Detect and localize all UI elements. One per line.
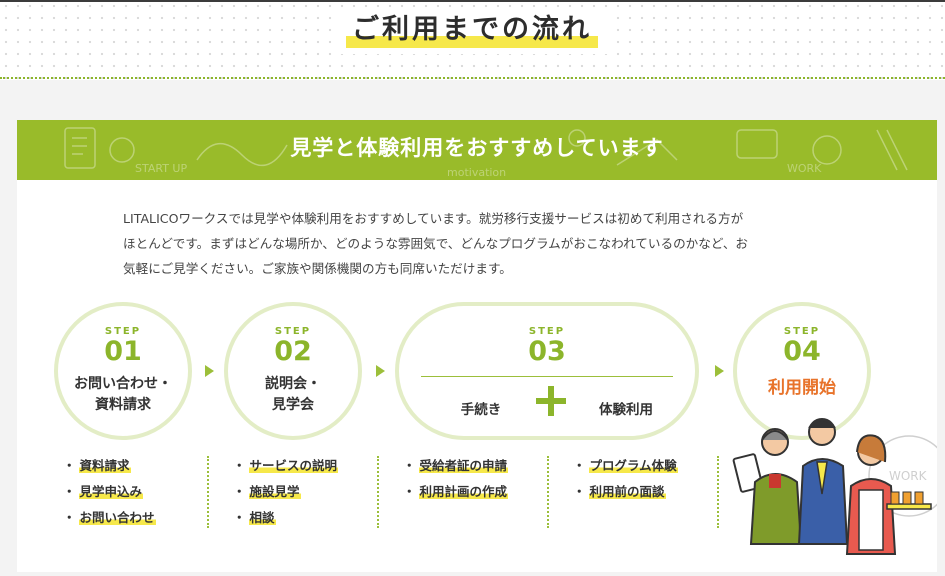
step-label: 説明会・ 見学会 <box>228 374 358 416</box>
page-title: ご利用までの流れ <box>344 10 600 50</box>
intro-line: ほとんどです。まずはどんな場所か、どのような雰囲気で、どんなプログラムがおこなわ… <box>123 236 749 251</box>
list-divider <box>207 456 209 528</box>
step-label: お問い合わせ・ 資料請求 <box>58 374 188 416</box>
person-in-suit <box>797 418 849 545</box>
arrow-right-icon <box>205 365 214 377</box>
intro-line: LITALICOワークスでは見学や体験利用をおすすめしています。就労移行支援サー… <box>123 211 744 226</box>
list-divider <box>377 456 379 528</box>
flow-card: START UP motivation WORK 見学と体験利用をおすすめしてい… <box>17 120 937 572</box>
person-with-tablet <box>732 428 803 545</box>
step-03-list-a: ・受給者証の申請 ・利用計画の作成 <box>403 456 509 508</box>
list-item: ・資料請求 <box>63 458 131 473</box>
step-number: 02 <box>274 336 312 367</box>
banner: START UP motivation WORK 見学と体験利用をおすすめしてい… <box>17 120 937 180</box>
step-01-circle: STEP 01 お問い合わせ・ 資料請求 <box>54 302 192 440</box>
header-dotted-rule <box>0 77 945 79</box>
list-item: ・利用前の面談 <box>573 484 666 499</box>
banner-title: 見学と体験利用をおすすめしています <box>290 136 664 160</box>
step-03-list-b: ・プログラム体験 ・利用前の面談 <box>573 456 678 508</box>
list-item: ・相談 <box>233 510 276 525</box>
list-item: ・サービスの説明 <box>233 458 339 473</box>
list-item: ・プログラム体験 <box>573 458 678 473</box>
step-label-line: お問い合わせ・ <box>74 376 172 392</box>
intro-text: LITALICOワークスでは見学や体験利用をおすすめしています。就労移行支援サー… <box>123 206 843 281</box>
step-number: 01 <box>104 336 142 367</box>
svg-text:WORK: WORK <box>889 469 928 483</box>
step-03-right-label: 体験利用 <box>599 402 653 418</box>
list-item: ・受給者証の申請 <box>403 458 509 473</box>
intro-line: 気軽にご見学ください。ご家族や関係機関の方も同席いただけます。 <box>123 261 512 276</box>
staff-illustration: WORK <box>732 418 937 555</box>
list-item: ・施設見学 <box>233 484 301 499</box>
arrow-right-icon <box>715 365 724 377</box>
step-03-pill: STEP 03 手続き 体験利用 <box>395 302 699 440</box>
step-label-line: 資料請求 <box>95 397 151 413</box>
step-02-list: ・サービスの説明 ・施設見学 ・相談 <box>233 456 339 534</box>
person-with-tray <box>845 434 932 555</box>
step-label-line: 説明会・ <box>265 376 321 392</box>
step-label-line: 見学会 <box>272 397 314 413</box>
section-header: ご利用までの流れ <box>0 0 945 80</box>
list-item: ・見学申込み <box>63 484 144 499</box>
step-number: 04 <box>783 336 821 367</box>
list-item: ・利用計画の作成 <box>403 484 509 499</box>
step-number: 03 <box>528 336 566 367</box>
plus-icon <box>536 386 566 416</box>
step-label: 利用開始 <box>768 378 836 398</box>
step-02-circle: STEP 02 説明会・ 見学会 <box>224 302 362 440</box>
header-top-rule <box>0 0 945 2</box>
list-item: ・お問い合わせ <box>63 510 156 525</box>
pill-divider <box>421 376 673 377</box>
step-03-left-label: 手続き <box>460 402 502 418</box>
list-divider <box>547 456 549 528</box>
step-01-list: ・資料請求 ・見学申込み ・お問い合わせ <box>63 456 156 534</box>
arrow-right-icon <box>376 365 385 377</box>
header-title-wrap: ご利用までの流れ <box>332 10 612 54</box>
